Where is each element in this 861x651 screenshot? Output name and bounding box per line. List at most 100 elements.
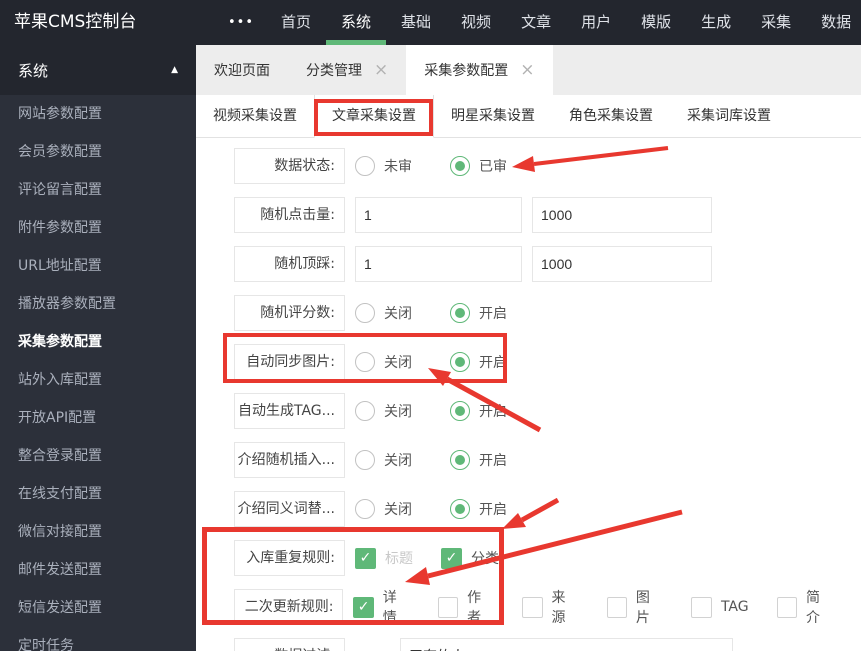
sidebar-item[interactable]: 站外入库配置 xyxy=(0,361,196,399)
subtab[interactable]: 文章采集设置 xyxy=(314,95,434,138)
top-nav-item[interactable]: 视频 xyxy=(446,0,506,45)
window-tab[interactable]: 欢迎页面 xyxy=(196,45,288,95)
subtab[interactable]: 明星采集设置 xyxy=(434,95,552,137)
top-nav-item[interactable]: 生成 xyxy=(686,0,746,45)
close-tab-icon[interactable]: × xyxy=(520,61,534,79)
checkbox-option[interactable]: 图片 xyxy=(606,587,663,627)
checkbox-unchecked-icon[interactable] xyxy=(776,596,797,618)
more-menu-icon[interactable]: ••• xyxy=(228,0,254,45)
checkbox-checked-icon[interactable]: ✓ xyxy=(441,547,462,569)
radio-dot xyxy=(455,161,465,171)
radio-option[interactable]: 关闭 xyxy=(355,401,412,421)
radio-unchecked-icon[interactable] xyxy=(355,303,375,323)
radio-option[interactable]: 关闭 xyxy=(355,450,412,470)
sidebar-item[interactable]: 微信对接配置 xyxy=(0,513,196,551)
close-tab-icon[interactable]: × xyxy=(374,61,388,79)
top-nav-item[interactable]: 用户 xyxy=(566,0,626,45)
checkbox-option[interactable]: ✓ 分类 xyxy=(441,547,499,569)
subtab[interactable]: 采集词库设置 xyxy=(670,95,788,137)
radio-checked-icon[interactable] xyxy=(450,499,470,519)
option-label: 关闭 xyxy=(384,502,412,518)
option-label: 来源 xyxy=(551,590,566,626)
checkbox-unchecked-icon[interactable] xyxy=(437,596,459,618)
radio-option[interactable]: 关闭 xyxy=(355,499,412,519)
radio-dot xyxy=(455,455,465,465)
sidebar-item[interactable]: 附件参数配置 xyxy=(0,209,196,247)
top-nav-item[interactable]: 首页 xyxy=(266,0,326,45)
radio-option[interactable]: 开启 xyxy=(450,450,507,470)
checkbox-checked-icon[interactable]: ✓ xyxy=(355,547,376,569)
radio-checked-icon[interactable] xyxy=(450,401,470,421)
sidebar-item[interactable]: 采集参数配置 xyxy=(0,323,196,361)
sidebar-item[interactable]: URL地址配置 xyxy=(0,247,196,285)
form-row-options: ✓ 详情 作者 来源 图片 TAG 简介 xyxy=(353,587,861,627)
top-nav-item[interactable]: 系统 xyxy=(326,0,387,45)
top-nav-item[interactable]: 数据 xyxy=(806,0,861,45)
form-text-input[interactable] xyxy=(532,246,712,282)
sidebar-item[interactable]: 评论留言配置 xyxy=(0,171,196,209)
window-tab[interactable]: 分类管理 × xyxy=(288,45,406,95)
sidebar-item[interactable]: 定时任务 xyxy=(0,627,196,651)
sidebar-section-header[interactable]: 系统 ▲ xyxy=(0,45,196,95)
radio-unchecked-icon[interactable] xyxy=(355,352,375,372)
radio-unchecked-icon[interactable] xyxy=(355,450,375,470)
radio-option[interactable]: 关闭 xyxy=(355,303,412,323)
form-text-input[interactable] xyxy=(355,197,522,233)
checkbox-unchecked-icon[interactable] xyxy=(522,596,543,618)
sidebar-item[interactable]: 整合登录配置 xyxy=(0,437,196,475)
form-row: 二次更新规则: ✓ 详情 作者 来源 图片 TAG 简介 xyxy=(234,587,861,627)
sidebar-item[interactable]: 会员参数配置 xyxy=(0,133,196,171)
form-row: 介绍随机插入... 关闭 开启 xyxy=(234,442,861,478)
form-row-options: 关闭 开启 xyxy=(355,401,545,421)
sidebar-menu: 网站参数配置 会员参数配置 评论留言配置 附件参数配置 URL地址配置 播放器参数配置 采集… xyxy=(0,95,196,651)
option-label: 未审 xyxy=(384,159,412,175)
radio-option[interactable]: 已审 xyxy=(450,156,507,176)
form-text-input[interactable] xyxy=(400,638,733,651)
sidebar-item[interactable]: 播放器参数配置 xyxy=(0,285,196,323)
checkbox-unchecked-icon[interactable] xyxy=(606,596,627,618)
subtab[interactable]: 视频采集设置 xyxy=(196,95,314,137)
checkbox-unchecked-icon[interactable] xyxy=(690,596,712,618)
radio-option[interactable]: 开启 xyxy=(450,401,507,421)
radio-option[interactable]: 未审 xyxy=(355,156,412,176)
form-row-options: ✓ 标题 ✓ 分类 xyxy=(355,547,527,569)
checkbox-option[interactable]: ✓ 详情 xyxy=(353,587,409,627)
radio-checked-icon[interactable] xyxy=(450,303,470,323)
top-nav-item[interactable]: 采集 xyxy=(746,0,806,45)
sidebar-item[interactable]: 邮件发送配置 xyxy=(0,551,196,589)
sidebar-section-title: 系统 xyxy=(18,61,49,80)
form-row-options: 关闭 开启 xyxy=(355,499,545,519)
sidebar-item[interactable]: 网站参数配置 xyxy=(0,95,196,133)
form-text-input[interactable] xyxy=(355,246,522,282)
checkbox-option[interactable]: 简介 xyxy=(776,587,833,627)
subtab[interactable]: 角色采集设置 xyxy=(552,95,670,137)
checkbox-option[interactable]: ✓ 标题 xyxy=(355,547,413,569)
radio-checked-icon[interactable] xyxy=(450,156,470,176)
top-nav-item[interactable]: 模版 xyxy=(626,0,686,45)
option-label: 开启 xyxy=(479,355,507,371)
sidebar-item[interactable]: 短信发送配置 xyxy=(0,589,196,627)
checkbox-checked-icon[interactable]: ✓ xyxy=(353,596,374,618)
form-text-input[interactable] xyxy=(532,197,712,233)
radio-checked-icon[interactable] xyxy=(450,352,470,372)
radio-unchecked-icon[interactable] xyxy=(355,156,375,176)
form-row-label: 数据过滤: xyxy=(234,638,345,651)
radio-unchecked-icon[interactable] xyxy=(355,401,375,421)
radio-option[interactable]: 开启 xyxy=(450,303,507,323)
form-row-label: 随机点击量: xyxy=(234,197,345,233)
radio-checked-icon[interactable] xyxy=(450,450,470,470)
top-nav-item[interactable]: 基础 xyxy=(386,0,446,45)
radio-unchecked-icon[interactable] xyxy=(355,499,375,519)
sidebar-item[interactable]: 在线支付配置 xyxy=(0,475,196,513)
window-tab[interactable]: 采集参数配置 × xyxy=(406,45,553,95)
sidebar-item[interactable]: 开放API配置 xyxy=(0,399,196,437)
top-nav-item[interactable]: 文章 xyxy=(506,0,566,45)
radio-option[interactable]: 关闭 xyxy=(355,352,412,372)
checkbox-option[interactable]: 作者 xyxy=(437,587,494,627)
radio-option[interactable]: 开启 xyxy=(450,499,507,519)
checkbox-option[interactable]: TAG xyxy=(690,596,749,618)
checkbox-option[interactable]: 来源 xyxy=(522,587,578,627)
radio-option[interactable]: 开启 xyxy=(450,352,507,372)
option-label: 图片 xyxy=(635,590,650,626)
form-row-label: 介绍随机插入... xyxy=(234,442,345,478)
